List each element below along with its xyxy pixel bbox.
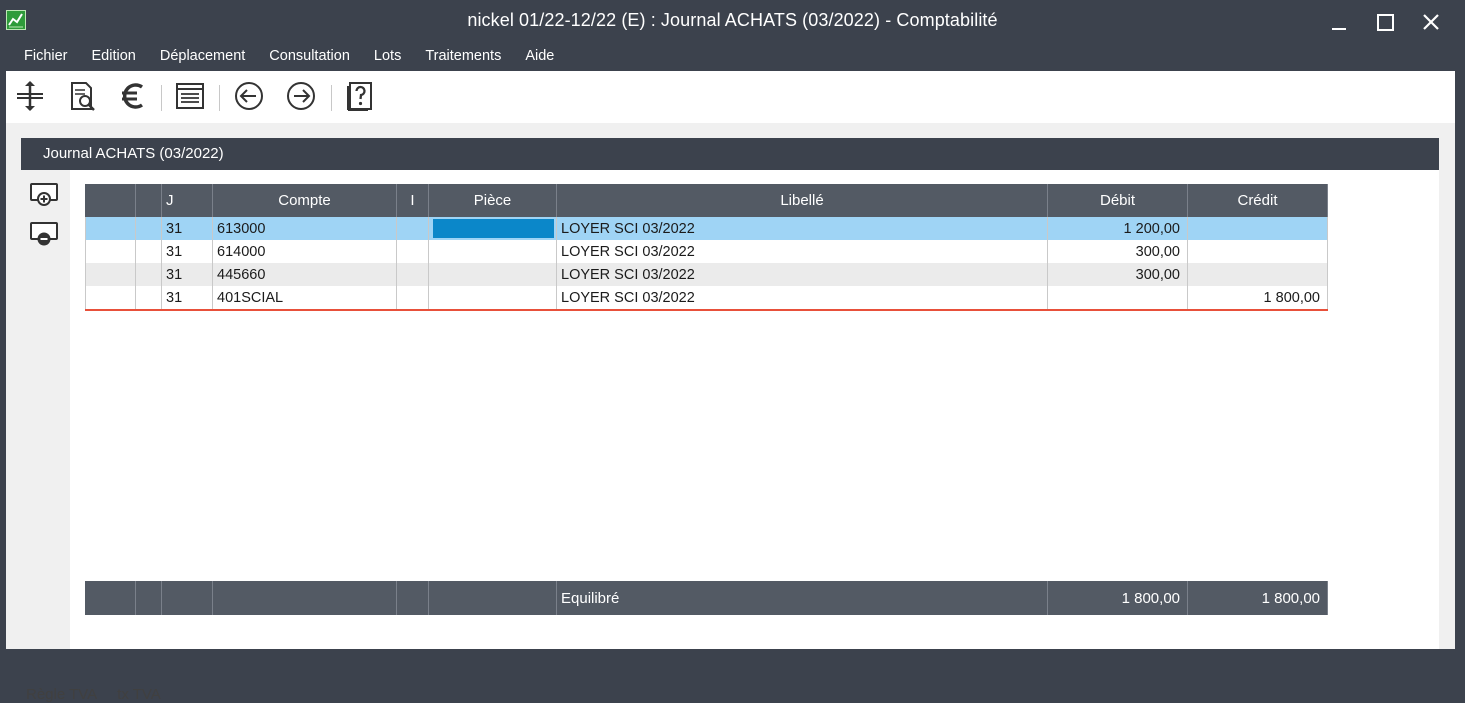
balance-status: Equilibré [557,581,1048,615]
total-cell [162,581,213,615]
total-cell [429,581,557,615]
journal-panel: Journal ACHATS (03/2022) J Compte I Pièc… [6,123,1455,703]
cell-libelle[interactable]: LOYER SCI 03/2022 [557,286,1048,309]
table-row[interactable]: 31 613000 LOYER SCI 03/2022 1 200,00 [85,217,1328,240]
total-debit: 1 800,00 [1048,581,1188,615]
split-vertical-icon[interactable] [13,79,47,113]
toolbar-separator [219,85,220,111]
cell-i[interactable] [397,240,429,263]
row-flag [136,286,162,309]
cell-j[interactable]: 31 [162,217,213,240]
grid-header: J Compte I Pièce Libellé Débit Crédit [85,184,1328,217]
cell-j[interactable]: 31 [162,263,213,286]
remove-line-icon[interactable] [26,219,62,253]
close-icon[interactable] [1420,11,1442,33]
menu-consultation[interactable]: Consultation [257,46,362,68]
grid-canvas: J Compte I Pièce Libellé Débit Crédit 31… [70,170,1439,649]
euro-icon[interactable] [116,79,150,113]
table-row[interactable]: 31 401SCIAL LOYER SCI 03/2022 1 800,00 [85,286,1328,309]
total-credit: 1 800,00 [1188,581,1328,615]
menu-fichier[interactable]: Fichier [12,46,80,68]
cell-i[interactable] [397,217,429,240]
col-header-1 [136,184,162,217]
cell-j[interactable]: 31 [162,286,213,309]
menu-traitements[interactable]: Traitements [413,46,513,68]
cell-credit[interactable] [1188,240,1328,263]
cell-credit[interactable]: 1 800,00 [1188,286,1328,309]
toolbar [6,71,1455,123]
cell-piece[interactable] [429,286,557,309]
total-cell [397,581,429,615]
title-bar: nickel 01/22-12/22 (E) : Journal ACHATS … [0,0,1465,42]
table-row[interactable]: 31 445660 LOYER SCI 03/2022 300,00 [85,263,1328,286]
minimize-icon[interactable] [1328,11,1350,33]
row-flag [136,217,162,240]
status-regle-tva: Règle TVA [26,686,98,703]
list-view-icon[interactable] [173,79,207,113]
menu-edition[interactable]: Edition [80,46,148,68]
row-selector[interactable] [85,217,136,240]
cell-compte[interactable]: 445660 [213,263,397,286]
total-cell [136,581,162,615]
menu-deplacement[interactable]: Déplacement [148,46,257,68]
col-header-debit[interactable]: Débit [1048,184,1188,217]
cell-piece[interactable] [429,240,557,263]
cell-compte[interactable]: 613000 [213,217,397,240]
cell-i[interactable] [397,286,429,309]
add-line-icon[interactable] [26,180,62,214]
cell-debit[interactable] [1048,286,1188,309]
cell-libelle[interactable]: LOYER SCI 03/2022 [557,240,1048,263]
document-search-icon[interactable] [65,79,99,113]
status-bar: Règle TVA tx TVA [26,686,161,703]
cell-credit[interactable] [1188,263,1328,286]
balance-line [85,309,1328,311]
cell-libelle[interactable]: LOYER SCI 03/2022 [557,217,1048,240]
status-tx-tva: tx TVA [117,686,161,703]
cell-debit[interactable]: 300,00 [1048,263,1188,286]
col-header-compte[interactable]: Compte [213,184,397,217]
cell-libelle[interactable]: LOYER SCI 03/2022 [557,263,1048,286]
table-row[interactable]: 31 614000 LOYER SCI 03/2022 300,00 [85,240,1328,263]
col-header-0 [85,184,136,217]
toolbar-separator [161,85,162,111]
row-selector[interactable] [85,240,136,263]
cell-compte[interactable]: 614000 [213,240,397,263]
cell-piece[interactable] [429,263,557,286]
maximize-icon[interactable] [1374,11,1396,33]
cell-debit[interactable]: 1 200,00 [1048,217,1188,240]
cell-compte[interactable]: 401SCIAL [213,286,397,309]
piece-input-active[interactable] [433,219,554,238]
journal-header: Journal ACHATS (03/2022) [21,138,1439,170]
cell-j[interactable]: 31 [162,240,213,263]
col-header-i[interactable]: I [397,184,429,217]
cell-piece[interactable] [429,217,557,240]
window-title: nickel 01/22-12/22 (E) : Journal ACHATS … [467,10,998,30]
menu-lots[interactable]: Lots [362,46,413,68]
menu-bar: Fichier Edition Déplacement Consultation… [12,46,566,68]
total-cell [213,581,397,615]
cell-credit[interactable] [1188,217,1328,240]
col-header-j[interactable]: J [162,184,213,217]
total-cell [85,581,136,615]
col-header-libelle[interactable]: Libellé [557,184,1048,217]
arrow-left-circle-icon[interactable] [232,79,266,113]
grid-totals: Equilibré 1 800,00 1 800,00 [85,581,1328,615]
cell-i[interactable] [397,263,429,286]
toolbar-separator [331,85,332,111]
help-document-icon[interactable] [343,79,377,113]
row-selector[interactable] [85,286,136,309]
client-area: Journal ACHATS (03/2022) J Compte I Pièc… [6,71,1455,703]
row-flag [136,240,162,263]
arrow-right-circle-icon[interactable] [284,79,318,113]
row-flag [136,263,162,286]
cell-debit[interactable]: 300,00 [1048,240,1188,263]
row-selector[interactable] [85,263,136,286]
menu-aide[interactable]: Aide [513,46,566,68]
col-header-piece[interactable]: Pièce [429,184,557,217]
col-header-credit[interactable]: Crédit [1188,184,1328,217]
